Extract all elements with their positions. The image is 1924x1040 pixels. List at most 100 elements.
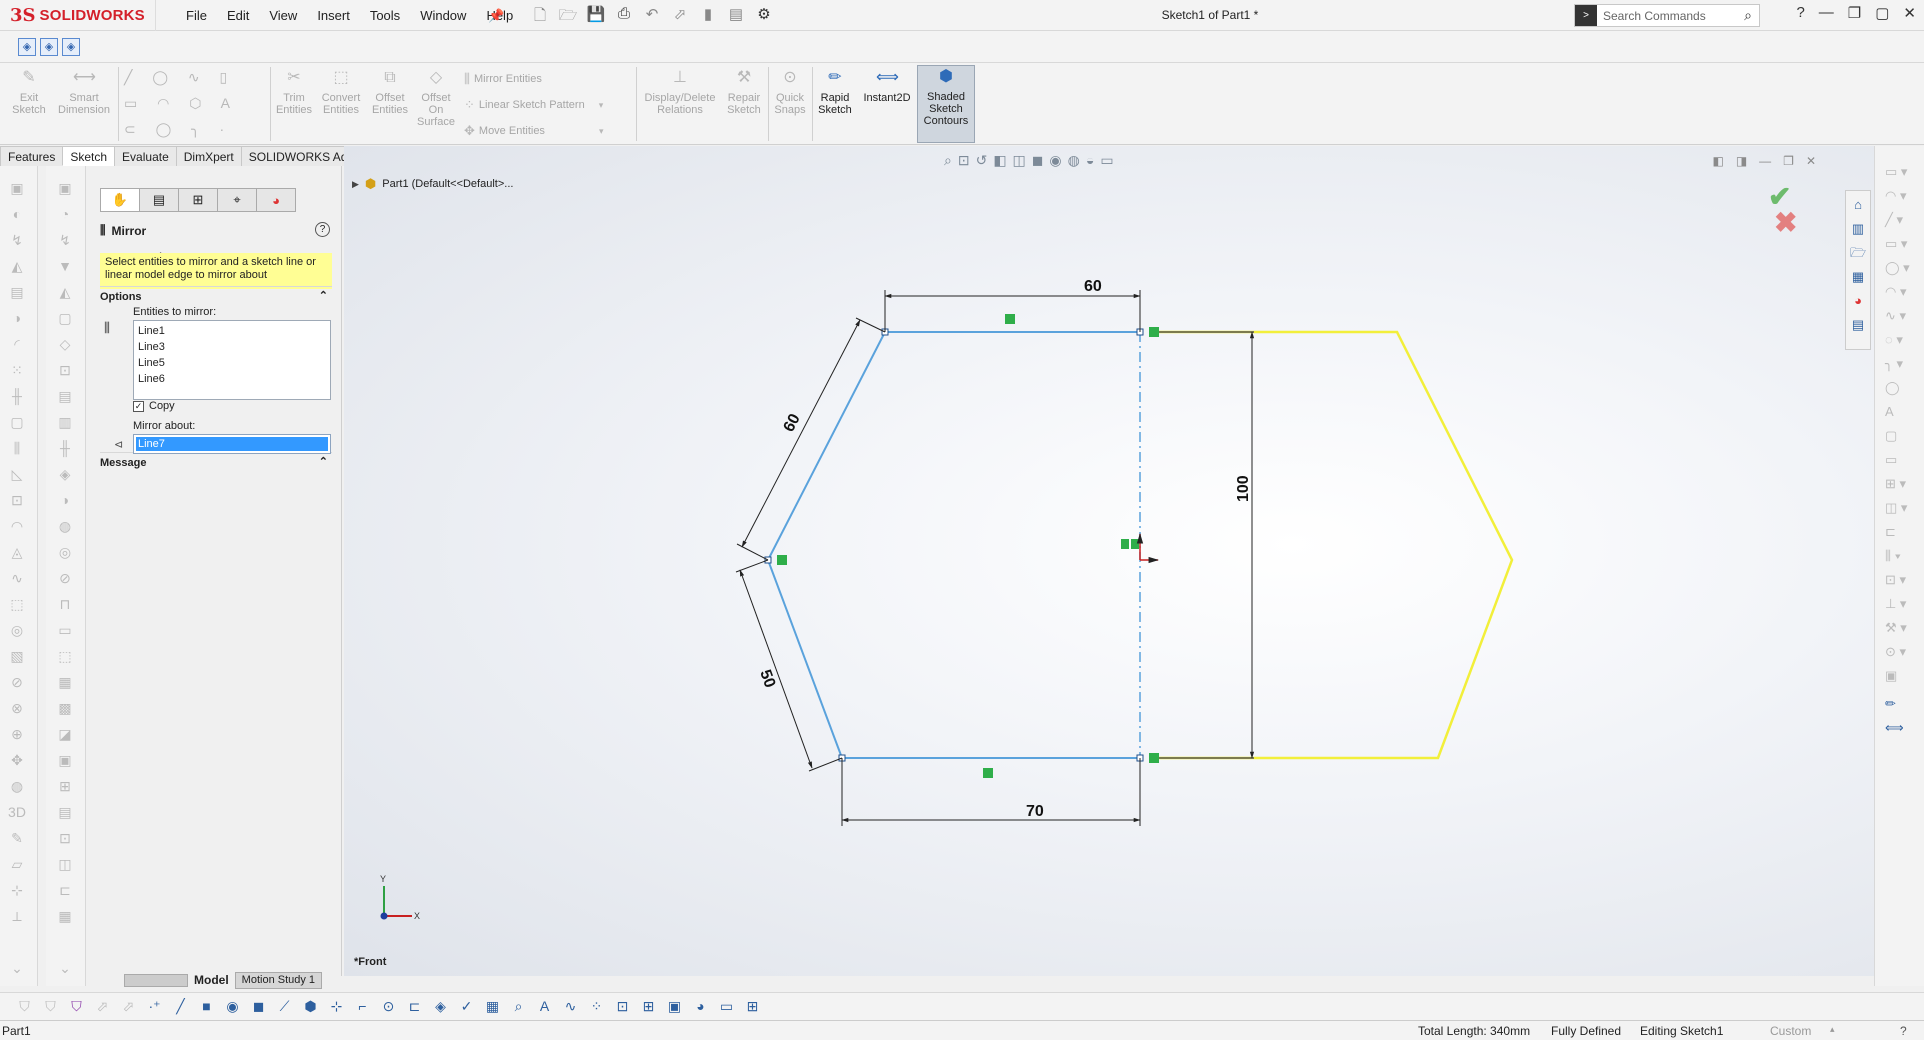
feature-icon-w[interactable]: ▣: [56, 752, 74, 768]
feature-icon-f[interactable]: ▢: [56, 310, 74, 326]
help-status-icon[interactable]: ?: [1900, 1024, 1907, 1038]
plane-icon[interactable]: ▭: [718, 998, 735, 1015]
slot-point-fillet-icons[interactable]: ⊂ ◯ ╮ ·: [124, 121, 232, 138]
rail-icon-pattern[interactable]: ⊞ ▾: [1885, 476, 1915, 492]
linear-sketch-pattern-button[interactable]: ⁘ Linear Sketch Pattern ▾: [464, 97, 603, 113]
sketch-canvas[interactable]: 60 60 50 70 100 Y X: [344, 146, 1874, 976]
custom-properties-icon[interactable]: ▤: [1848, 315, 1868, 335]
pin-menu-icon[interactable]: 📌: [488, 8, 504, 24]
list-item[interactable]: Line6: [138, 371, 326, 387]
text-icon[interactable]: A: [536, 998, 553, 1015]
image-icon[interactable]: ▣: [666, 998, 683, 1015]
pattern-icon[interactable]: ⁙: [8, 362, 26, 378]
close-icon[interactable]: ✕: [1903, 4, 1916, 22]
help-icon[interactable]: ?: [315, 222, 330, 237]
solidworks-logo[interactable]: 3S SOLIDWORKS: [4, 0, 156, 31]
tab-dimxpert[interactable]: DimXpert: [175, 146, 242, 166]
menu-edit[interactable]: Edit: [217, 0, 259, 31]
dim-line-lower-left[interactable]: [739, 569, 813, 769]
sweep-icon[interactable]: ↯: [8, 232, 26, 248]
instant2d-button[interactable]: ⟺ Instant2D: [860, 67, 914, 104]
menu-file[interactable]: File: [176, 0, 217, 31]
rail-icon-mirror[interactable]: ⫼ ▾: [1885, 548, 1915, 564]
filter-toggle-icon[interactable]: ⛉: [42, 998, 59, 1015]
undo-icon[interactable]: ↶: [642, 5, 662, 30]
axis-icon[interactable]: ⊹: [8, 882, 26, 898]
options-gear-icon[interactable]: ⚙: [754, 5, 774, 30]
paint-icon[interactable]: ◈: [432, 998, 449, 1015]
select-other-icon[interactable]: ⬀: [120, 998, 137, 1015]
collapse-caret-icon[interactable]: ⌃: [319, 454, 328, 470]
tab-features[interactable]: Features: [0, 146, 64, 166]
new-document-icon[interactable]: 🗋: [530, 5, 550, 30]
rail-icon-arc[interactable]: ◠ ▾: [1885, 188, 1915, 204]
collapse-caret-icon[interactable]: ⌃: [319, 288, 328, 304]
sketch-line-upper-left[interactable]: [767, 331, 886, 561]
sketch-line-lower-left[interactable]: [767, 559, 843, 759]
list-item[interactable]: Line3: [138, 339, 326, 355]
rib-icon[interactable]: ╫: [8, 388, 26, 404]
rail-icon-move[interactable]: ⊡ ▾: [1885, 572, 1915, 588]
view-icon-1[interactable]: ◈: [18, 38, 36, 56]
dimension-height[interactable]: 100: [1235, 475, 1252, 502]
shaded-sketch-contours-button[interactable]: ⬢ Shaded Sketch Contours: [917, 65, 975, 143]
rectangle-arc-polygon-icons[interactable]: ▭ ◠ ⬡ A: [124, 95, 238, 112]
save-icon[interactable]: 💾: [586, 5, 606, 30]
tab-sketch[interactable]: Sketch: [62, 146, 116, 166]
offset-on-surface-button[interactable]: ◇ Offset On Surface: [414, 67, 458, 128]
feature-icon-aa[interactable]: ◫: [56, 856, 74, 872]
help-icon[interactable]: ?: [1796, 4, 1804, 22]
filter-icon[interactable]: ⛉: [16, 998, 33, 1015]
circle-point-icon[interactable]: ⊙: [380, 998, 397, 1015]
exit-sketch-button[interactable]: ✎ Exit Sketch: [4, 67, 54, 116]
cut-extrude-icon[interactable]: ▤: [8, 284, 26, 300]
feature-icon-u[interactable]: ▩: [56, 700, 74, 716]
rail-icon-block[interactable]: ▣: [1885, 668, 1915, 684]
wrap-icon[interactable]: ⊡: [8, 492, 26, 508]
curve-icon[interactable]: ∿: [562, 998, 579, 1015]
curves-icon[interactable]: ∿: [8, 570, 26, 586]
freeform-icon[interactable]: ◍: [8, 778, 26, 794]
cut-revolve-icon[interactable]: ◑: [8, 310, 26, 326]
check-sketch-icon[interactable]: ✓: [458, 998, 475, 1015]
fillet-icon[interactable]: ◜: [8, 336, 26, 352]
feature-icon-r[interactable]: ▭: [56, 622, 74, 638]
feature-icon-a[interactable]: ▣: [56, 180, 74, 196]
mirror-about-selection[interactable]: Line7: [136, 437, 328, 451]
feature-icon-q[interactable]: ⊓: [56, 596, 74, 612]
maximize-icon[interactable]: ▢: [1875, 4, 1889, 22]
design-library-icon[interactable]: ▥: [1848, 219, 1868, 239]
view-icon-2[interactable]: ◈: [40, 38, 58, 56]
intersect-icon[interactable]: ⊗: [8, 700, 26, 716]
feature-icon-k[interactable]: ╫: [56, 440, 74, 456]
view-palette-icon[interactable]: ▦: [1848, 267, 1868, 287]
chevron-down-icon[interactable]: ▾: [599, 100, 604, 111]
feature-icon-d[interactable]: ▼: [56, 258, 74, 274]
property-manager-tab[interactable]: ▤: [139, 188, 179, 212]
feature-icon-n[interactable]: ◍: [56, 518, 74, 534]
split-line-icon[interactable]: ⊘: [8, 674, 26, 690]
menu-insert[interactable]: Insert: [307, 0, 360, 31]
mirror-feature-icon[interactable]: ⫼: [8, 440, 26, 456]
feature-icon-h[interactable]: ⊡: [56, 362, 74, 378]
configuration-manager-tab[interactable]: ⊞: [178, 188, 218, 212]
rectangle-icon[interactable]: ■: [198, 998, 215, 1015]
draft-icon[interactable]: ◺: [8, 466, 26, 482]
rail-icon-slash[interactable]: ╱ ▾: [1885, 212, 1915, 228]
feature-icon-g[interactable]: ◇: [56, 336, 74, 352]
list-item[interactable]: Line5: [138, 355, 326, 371]
tab-motion-study[interactable]: Motion Study 1: [234, 971, 323, 989]
feature-icon-s[interactable]: ⬚: [56, 648, 74, 664]
file-properties-icon[interactable]: ▤: [726, 5, 746, 30]
dimension-top[interactable]: 60: [1084, 278, 1102, 295]
plane-icon[interactable]: ▱: [8, 856, 26, 872]
measure-icon[interactable]: ⊞: [640, 998, 657, 1015]
zoom-area-icon[interactable]: ⊡: [614, 998, 631, 1015]
file-explorer-icon[interactable]: 🗁: [1848, 243, 1868, 263]
box-icon[interactable]: ◼: [250, 998, 267, 1015]
search-icon[interactable]: ⌕: [1737, 7, 1759, 24]
search-commands-box[interactable]: > Search Commands ⌕: [1574, 4, 1760, 27]
appearances-icon[interactable]: ◕: [1848, 291, 1868, 311]
rail-icon-fillet[interactable]: ╮ ▾: [1885, 356, 1915, 372]
rebuild-icon[interactable]: ▮: [698, 5, 718, 30]
